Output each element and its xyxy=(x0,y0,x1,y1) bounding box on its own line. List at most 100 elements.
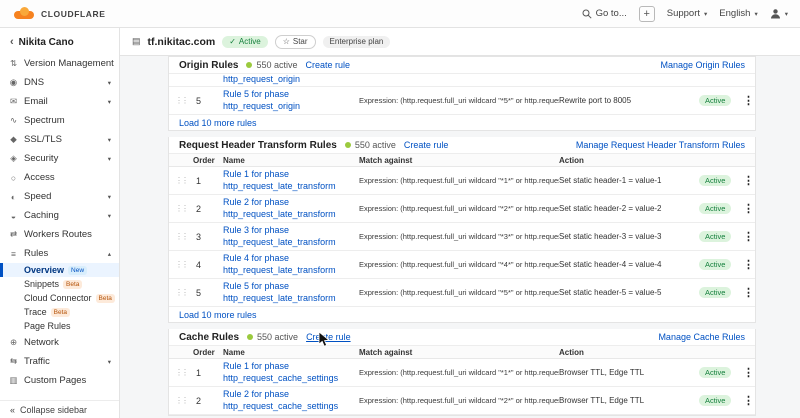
account-menu[interactable]: ▾ xyxy=(770,8,788,19)
version-management-icon: ⇅ xyxy=(8,58,19,69)
sidebar-item-caching[interactable]: ◒ Caching ▾ xyxy=(0,206,119,225)
create-rule-link[interactable]: Create rule xyxy=(305,60,350,70)
rule-name-line: Rule 2 for phase xyxy=(223,389,359,401)
kebab-menu-icon[interactable]: ⋮ xyxy=(743,94,754,107)
spectrum-icon: ∿ xyxy=(8,115,19,126)
drag-handle-icon[interactable]: ⋮⋮ xyxy=(175,204,193,213)
rule-name-link[interactable]: Rule 2 for phase http_request_late_trans… xyxy=(223,197,359,220)
manage-transform-rules-link[interactable]: Manage Request Header Transform Rules xyxy=(576,140,745,150)
column-order: Order xyxy=(193,156,223,165)
sidebar-item-snippets[interactable]: Snippets Beta xyxy=(0,277,119,291)
sidebar-item-cloud-connector[interactable]: Cloud Connector Beta xyxy=(0,291,119,305)
topbar: CLOUDFLARE Go to... + Support ▾ English … xyxy=(0,0,800,28)
sidebar-item-label: Custom Pages xyxy=(24,375,86,386)
rule-name-link[interactable]: Rule 3 for phase http_request_late_trans… xyxy=(223,225,359,248)
create-rule-link[interactable]: Create rule xyxy=(306,332,351,342)
cloudflare-logo[interactable]: CLOUDFLARE xyxy=(12,8,106,20)
rule-name-line: Rule 3 for phase xyxy=(223,225,359,237)
drag-handle-icon[interactable]: ⋮⋮ xyxy=(175,96,193,105)
rule-expression: Expression: (http.request.full_uri wildc… xyxy=(359,232,559,241)
rule-row: ⋮⋮ 1 Rule 1 for phase http_request_cache… xyxy=(169,359,755,387)
manage-cache-rules-link[interactable]: Manage Cache Rules xyxy=(658,332,745,342)
rule-order: 4 xyxy=(193,260,223,270)
sidebar-item-rules-overview[interactable]: Overview New xyxy=(0,263,119,277)
section-title: Cache Rules xyxy=(179,332,239,343)
chevron-down-icon: ▾ xyxy=(108,79,111,87)
create-rule-link[interactable]: Create rule xyxy=(404,140,449,150)
rule-row: ⋮⋮ 4 Rule 4 for phase http_request_late_… xyxy=(169,251,755,279)
load-more-link[interactable]: Load 10 more rules xyxy=(179,118,257,128)
support-menu[interactable]: Support ▾ xyxy=(667,8,708,19)
rule-name-line: http_request_origin xyxy=(223,74,359,86)
drag-handle-icon[interactable]: ⋮⋮ xyxy=(175,176,193,185)
rule-name-link[interactable]: Rule 4 for phase http_request_late_trans… xyxy=(223,253,359,276)
rule-name-link[interactable]: Rule 1 for phase http_request_cache_sett… xyxy=(223,361,359,384)
drag-handle-icon[interactable]: ⋮⋮ xyxy=(175,396,193,405)
sidebar-item-speed[interactable]: ◐ Speed ▾ xyxy=(0,187,119,206)
sidebar-item-traffic[interactable]: ⇆ Traffic ▾ xyxy=(0,352,119,371)
rule-name-link[interactable]: Rule 5 for phase http_request_late_trans… xyxy=(223,281,359,304)
drag-handle-icon[interactable]: ⋮⋮ xyxy=(175,368,193,377)
drag-handle-icon[interactable]: ⋮⋮ xyxy=(175,260,193,269)
kebab-menu-icon[interactable]: ⋮ xyxy=(743,366,754,379)
star-button[interactable]: ☆ Star xyxy=(275,35,316,49)
kebab-menu-icon[interactable]: ⋮ xyxy=(743,394,754,407)
language-menu[interactable]: English ▾ xyxy=(719,8,757,19)
sidebar-subitem-label: Cloud Connector xyxy=(24,293,92,303)
sidebar-item-workers-routes[interactable]: ⇄ Workers Routes xyxy=(0,225,119,244)
kebab-menu-icon[interactable]: ⋮ xyxy=(743,174,754,187)
sidebar-item-label: Network xyxy=(24,337,59,348)
collapse-sidebar-button[interactable]: « Collapse sidebar xyxy=(0,400,119,418)
add-site-button[interactable]: + xyxy=(639,6,655,22)
sidebar-item-label: Traffic xyxy=(24,356,50,367)
rule-name-line: http_request_cache_settings xyxy=(223,401,359,413)
rules-icon: ≡ xyxy=(8,249,19,259)
rule-name-link[interactable]: http_request_origin xyxy=(223,74,359,86)
speed-icon: ◐ xyxy=(8,192,19,202)
sidebar-item-rules[interactable]: ≡ Rules ▴ xyxy=(0,244,119,263)
rule-row: ⋮⋮ 5 Rule 5 for phase http_request_late_… xyxy=(169,279,755,307)
sidebar-subitem-label: Overview xyxy=(24,265,64,275)
sidebar-item-email[interactable]: ✉ Email ▾ xyxy=(0,92,119,111)
chevron-down-icon: ▾ xyxy=(785,10,788,18)
drag-handle-icon[interactable]: ⋮⋮ xyxy=(175,288,193,297)
custom-pages-icon: ▥ xyxy=(8,375,19,386)
active-status-dot xyxy=(246,62,252,68)
site-domain: tf.nikitac.com xyxy=(148,36,216,48)
sidebar-item-spectrum[interactable]: ∿ Spectrum xyxy=(0,111,119,130)
rule-name-link[interactable]: Rule 2 for phase http_request_cache_sett… xyxy=(223,389,359,412)
rule-status-badge: Active xyxy=(699,95,731,106)
sidebar-subitem-label: Snippets xyxy=(24,279,59,289)
transform-rules-header: Request Header Transform Rules 550 activ… xyxy=(169,137,755,154)
rule-name-link[interactable]: Rule 1 for phase http_request_late_trans… xyxy=(223,169,359,192)
manage-origin-rules-link[interactable]: Manage Origin Rules xyxy=(660,60,745,70)
load-more-link[interactable]: Load 10 more rules xyxy=(179,310,257,320)
kebab-menu-icon[interactable]: ⋮ xyxy=(743,230,754,243)
rule-action: Set static header-2 = value-2 xyxy=(559,204,699,213)
kebab-menu-icon[interactable]: ⋮ xyxy=(743,202,754,215)
rule-action: Browser TTL, Edge TTL xyxy=(559,396,699,405)
sidebar-item-page-rules[interactable]: Page Rules xyxy=(0,319,119,333)
goto-search[interactable]: Go to... xyxy=(582,8,627,19)
sidebar-item-access[interactable]: ○ Access xyxy=(0,168,119,187)
language-menu-label: English xyxy=(719,8,750,19)
origin-load-more-row: Load 10 more rules xyxy=(169,115,755,130)
rule-status-badge: Active xyxy=(699,395,731,406)
rule-name-link[interactable]: Rule 5 for phase http_request_origin xyxy=(223,89,359,112)
sidebar-item-security[interactable]: ◈ Security ▾ xyxy=(0,149,119,168)
sidebar-item-label: Speed xyxy=(24,191,51,202)
sidebar-item-dns[interactable]: ◉ DNS ▾ xyxy=(0,73,119,92)
user-icon xyxy=(770,8,781,19)
kebab-menu-icon[interactable]: ⋮ xyxy=(743,286,754,299)
sidebar-item-trace[interactable]: Trace Beta xyxy=(0,305,119,319)
kebab-menu-icon[interactable]: ⋮ xyxy=(743,258,754,271)
sidebar-item-version-management[interactable]: ⇅ Version Management xyxy=(0,54,119,73)
column-name: Name xyxy=(223,156,359,165)
sidebar-item-ssl-tls[interactable]: ◆ SSL/TLS ▾ xyxy=(0,130,119,149)
account-back-link[interactable]: ‹ Nikita Cano xyxy=(0,28,119,54)
drag-handle-icon[interactable]: ⋮⋮ xyxy=(175,232,193,241)
rule-name-line: http_request_late_transform xyxy=(223,181,359,193)
sidebar-item-custom-pages[interactable]: ▥ Custom Pages xyxy=(0,371,119,390)
chevron-down-icon: ▾ xyxy=(108,136,111,144)
sidebar-item-network[interactable]: ⊕ Network xyxy=(0,333,119,352)
